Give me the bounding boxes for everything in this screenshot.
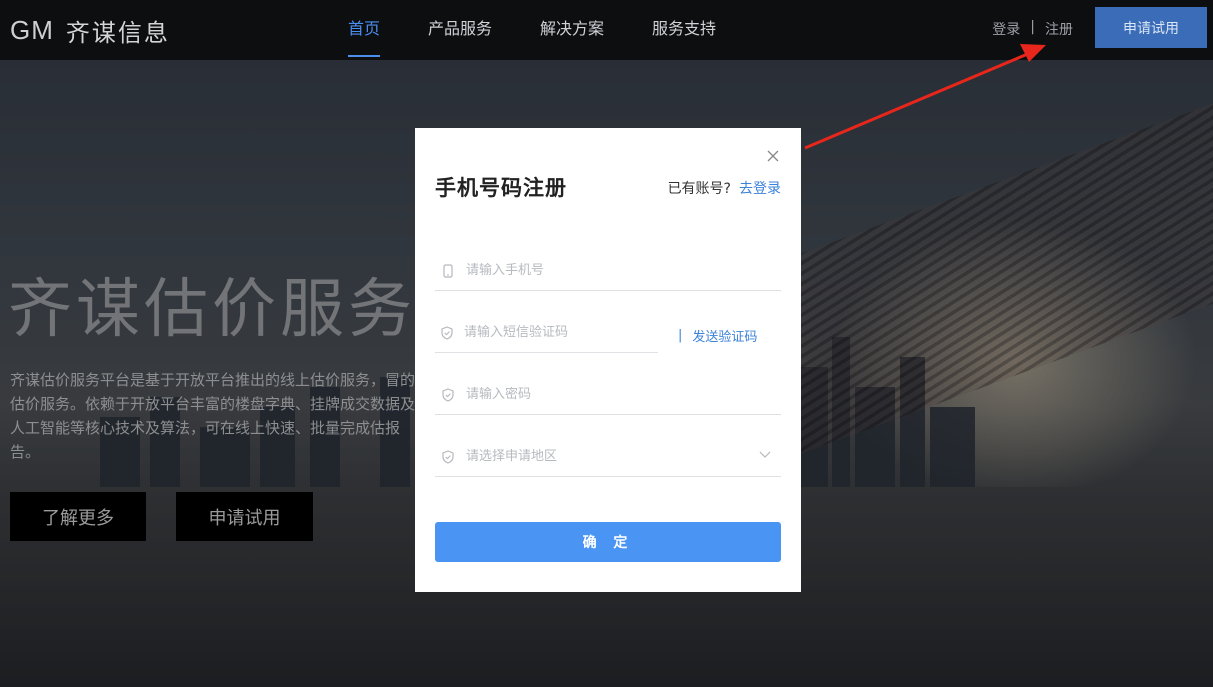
- region-select[interactable]: [435, 437, 781, 477]
- go-login-link[interactable]: 去登录: [739, 181, 781, 197]
- register-modal: 手机号码注册 已有账号? 去登录 | 发送验证码 确 定: [415, 128, 801, 592]
- close-icon[interactable]: [765, 148, 781, 164]
- region-input[interactable]: [466, 449, 706, 464]
- password-input[interactable]: [466, 387, 706, 402]
- auth-separator: |: [1030, 19, 1035, 35]
- logo-text: 齐谋信息: [65, 19, 170, 47]
- register-link[interactable]: 注册: [1045, 19, 1073, 39]
- header-apply-button[interactable]: 申请试用: [1095, 7, 1207, 48]
- modal-title: 手机号码注册: [435, 176, 567, 200]
- nav-item-home[interactable]: 首页: [348, 0, 381, 57]
- main-nav: 首页 产品服务 解决方案 服务支持: [348, 0, 764, 60]
- send-code-separator: |: [678, 328, 683, 343]
- sms-code-field: [435, 313, 658, 353]
- shield-icon: [441, 387, 455, 402]
- nav-item-products[interactable]: 产品服务: [428, 0, 492, 57]
- top-navbar: GM 齐谋信息 首页 产品服务 解决方案 服务支持 登录 | 注册 申请试用: [0, 0, 1213, 60]
- auth-links: 登录 | 注册: [992, 19, 1073, 39]
- shield-icon: [441, 325, 453, 340]
- confirm-button[interactable]: 确 定: [435, 522, 781, 562]
- shield-icon: [441, 449, 455, 464]
- has-account-row: 已有账号? 去登录: [668, 178, 781, 198]
- phone-icon: [441, 263, 455, 278]
- password-field: [435, 375, 781, 415]
- chevron-down-icon[interactable]: [759, 451, 771, 459]
- logo-mark: GM: [10, 15, 54, 45]
- phone-field: [435, 251, 781, 291]
- nav-item-support[interactable]: 服务支持: [652, 0, 716, 57]
- login-link[interactable]: 登录: [992, 19, 1020, 39]
- send-code-row: | 发送验证码: [678, 326, 757, 345]
- logo[interactable]: GM 齐谋信息: [10, 13, 170, 48]
- has-account-text: 已有账号?: [667, 181, 731, 197]
- send-code-button[interactable]: 发送验证码: [692, 326, 757, 345]
- nav-item-solutions[interactable]: 解决方案: [540, 0, 604, 57]
- sms-code-input[interactable]: [464, 325, 658, 340]
- phone-input[interactable]: [466, 263, 706, 278]
